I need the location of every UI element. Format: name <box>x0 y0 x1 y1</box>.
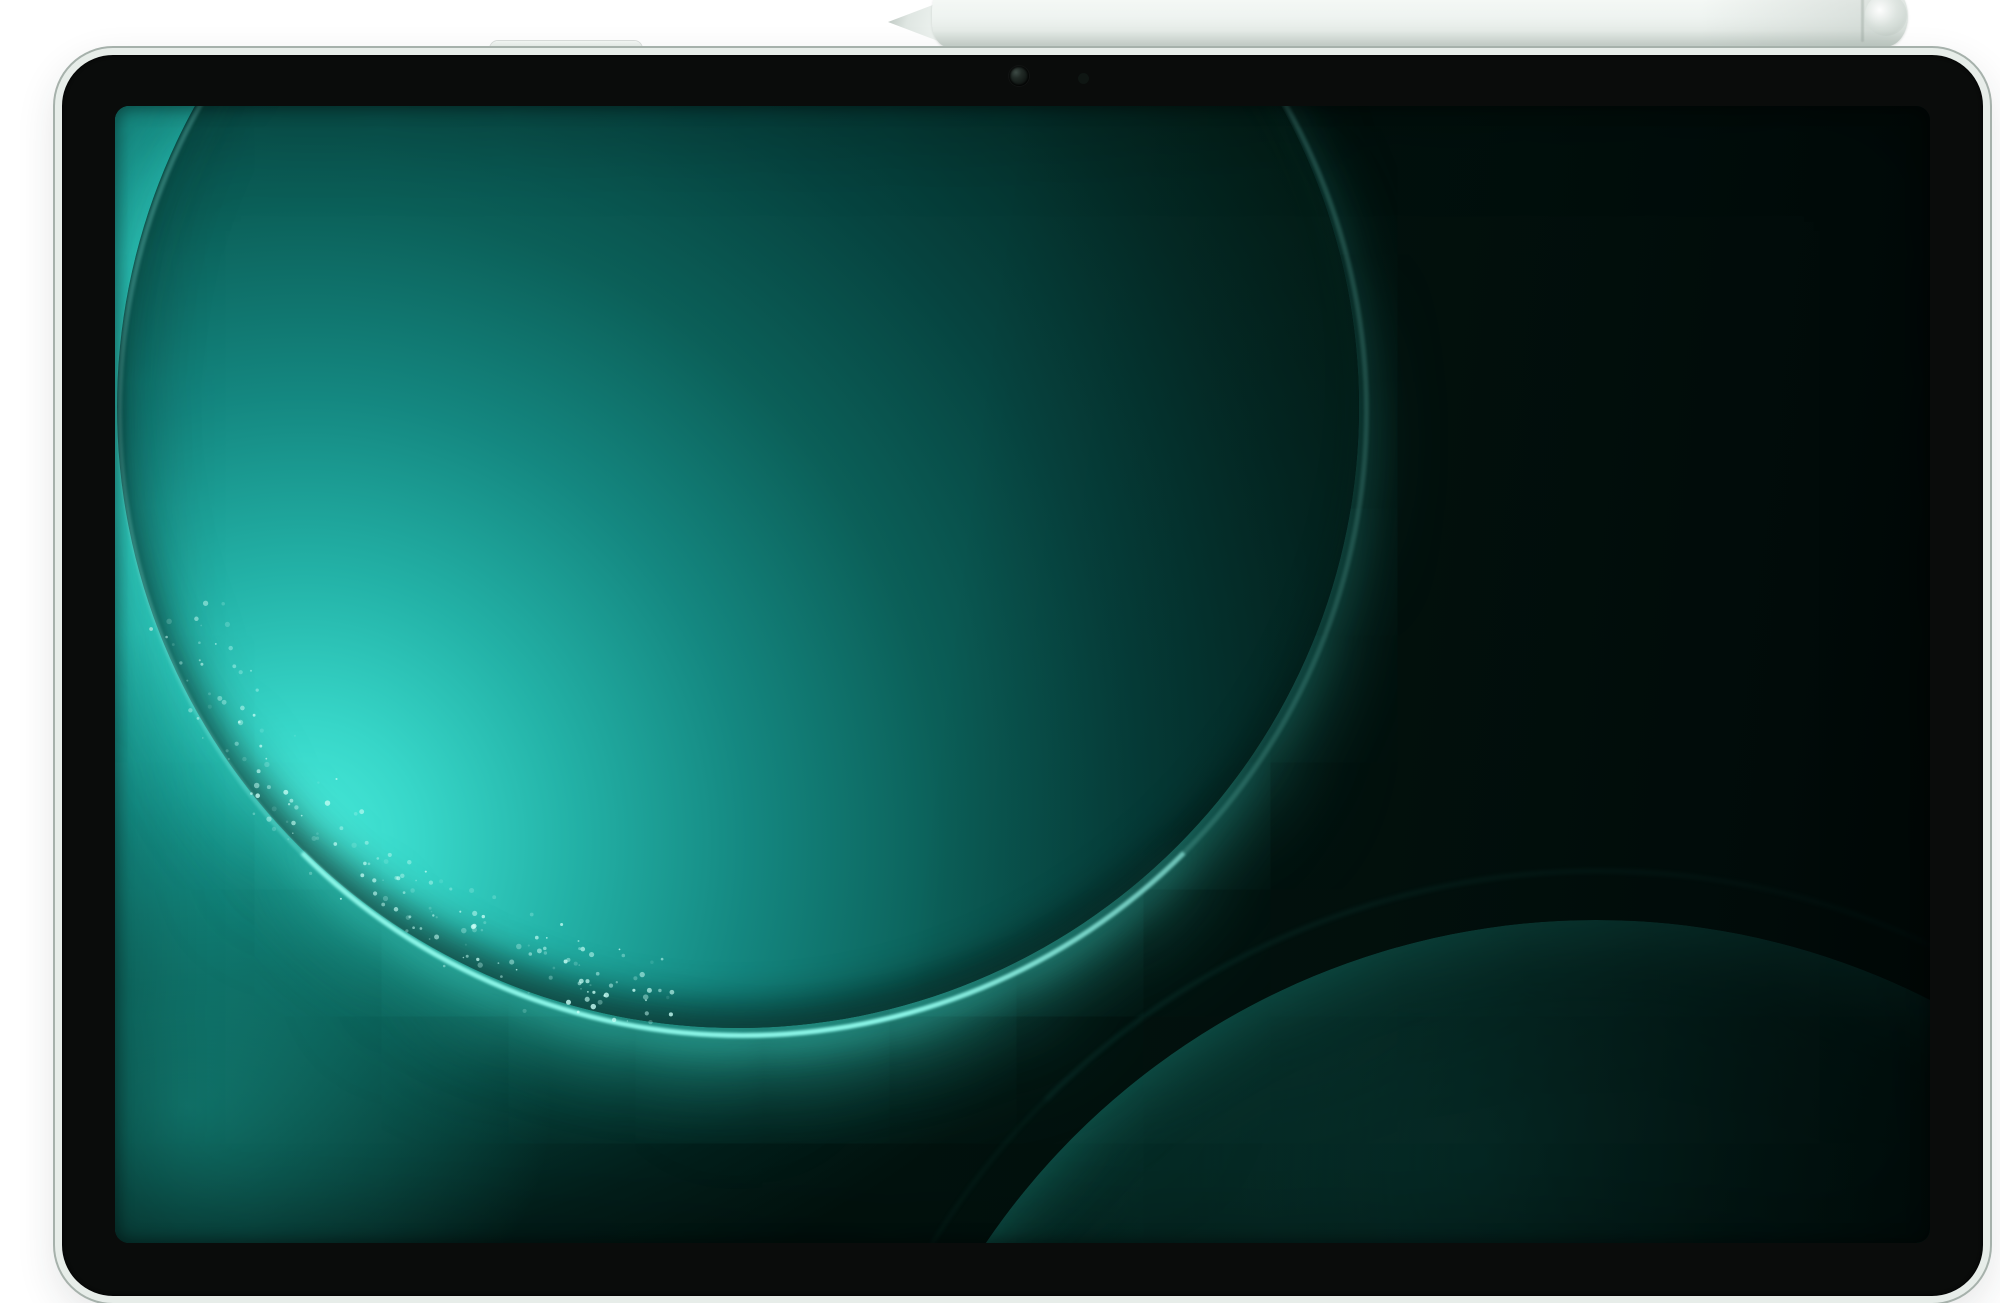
tablet-body <box>55 48 1990 1303</box>
stylus-body <box>932 0 1908 47</box>
stylus <box>888 0 1910 48</box>
stylus-cap-seam <box>1861 0 1864 42</box>
front-camera-icon <box>1009 66 1029 86</box>
stylus-cap <box>1865 0 1907 36</box>
product-photo-stage <box>0 0 2000 1303</box>
tablet-screen <box>115 106 1930 1243</box>
wallpaper-vignette <box>115 106 1930 1243</box>
stylus-tip <box>888 3 938 41</box>
light-sensor-icon <box>1078 73 1089 84</box>
